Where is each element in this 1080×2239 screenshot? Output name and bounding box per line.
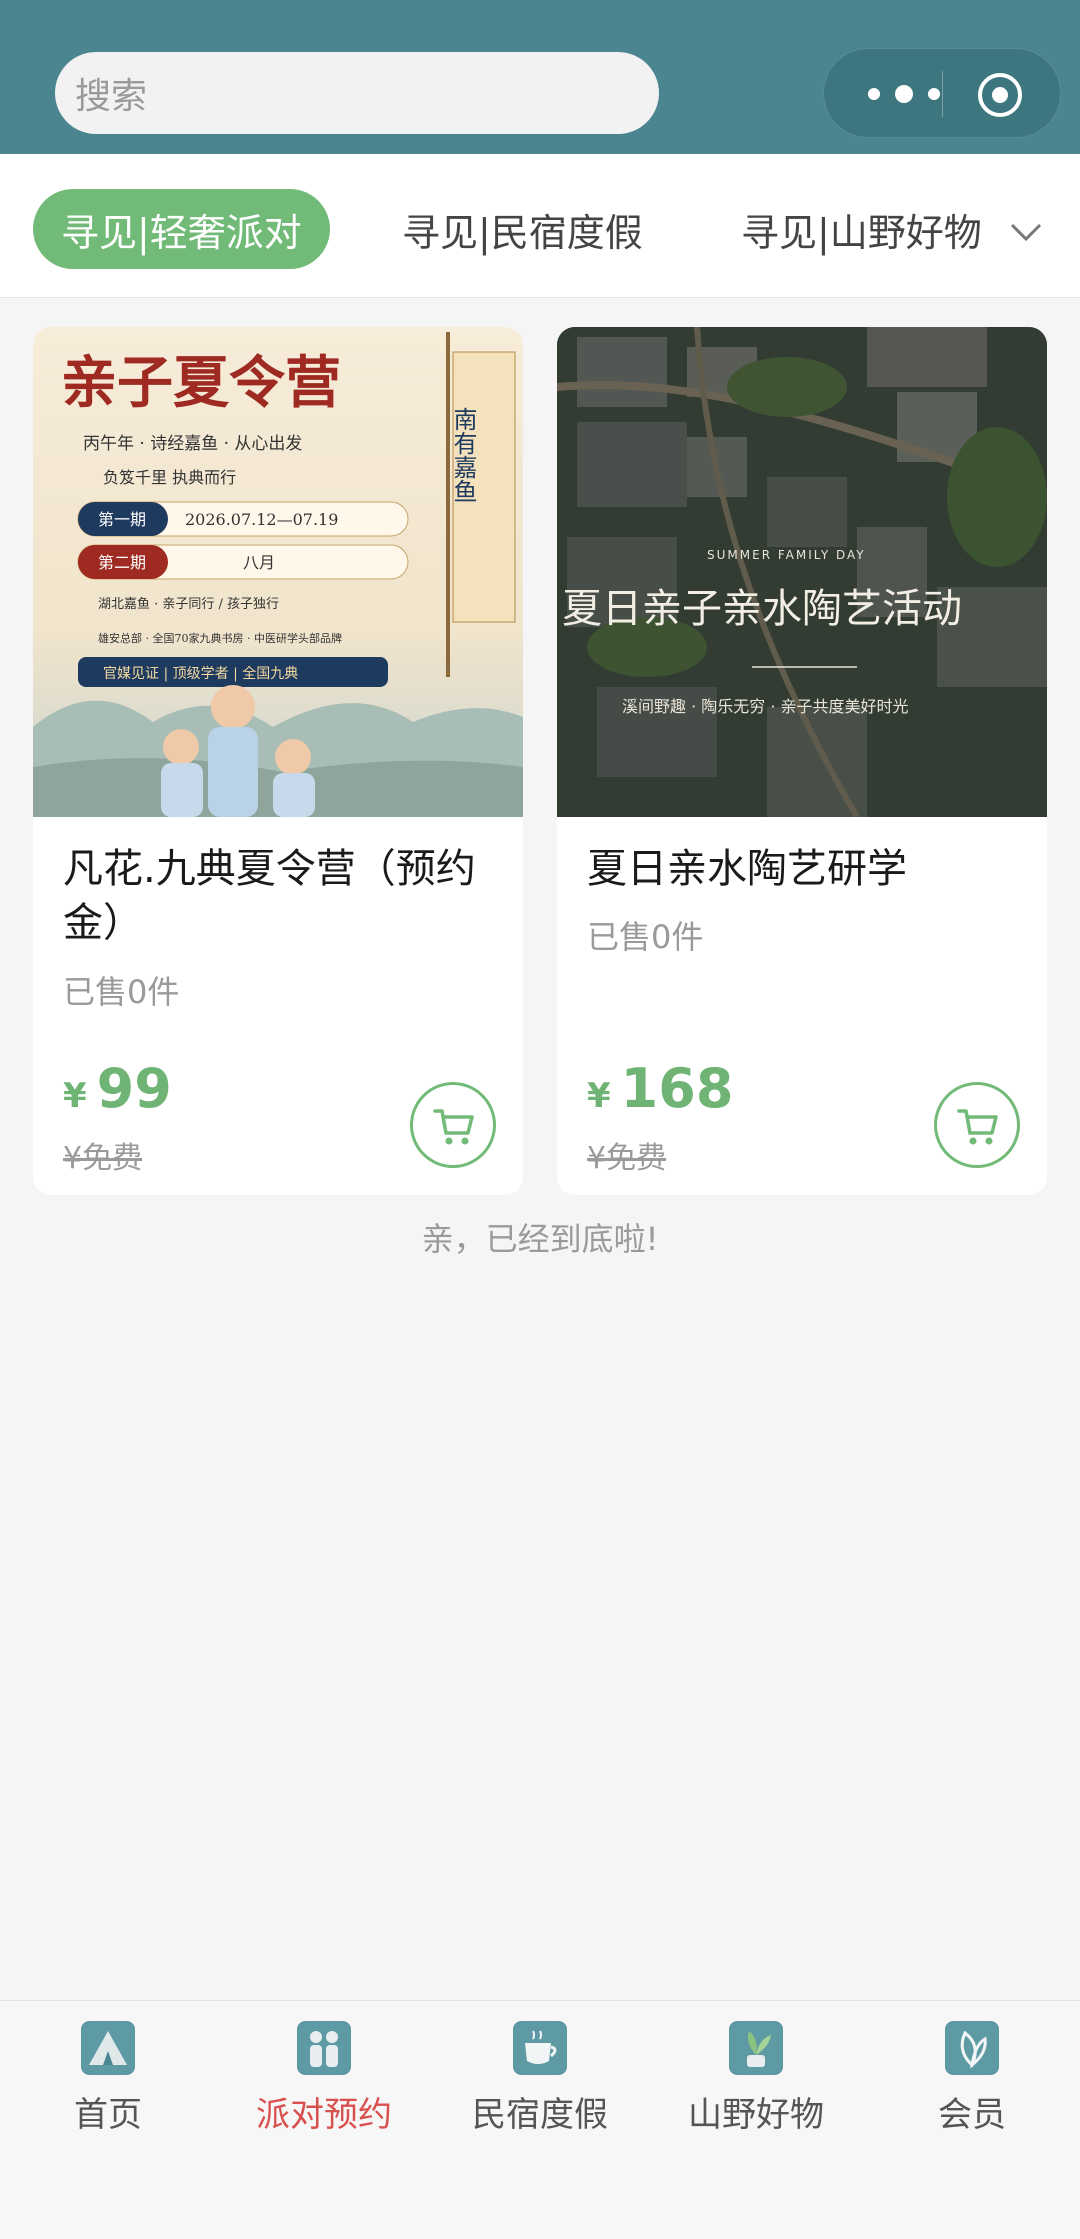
cart-icon — [957, 1109, 998, 1145]
plant-icon — [729, 2021, 783, 2075]
leaf-icon — [945, 2021, 999, 2075]
currency-symbol: ¥ — [63, 1076, 87, 1116]
overlay-small-text: SUMMER FAMILY DAY — [707, 548, 866, 562]
poster-line2: 负笈千里 执典而行 — [103, 468, 236, 487]
flag-text: 南有嘉鱼 — [449, 407, 477, 503]
tabbar-label: 派对预约 — [256, 2095, 392, 2135]
bottom-tab-bar: 首页 派对预约 民宿度假 山野好物 会员 — [0, 2000, 1080, 2239]
price: ¥ 99 — [63, 1057, 172, 1120]
original-price: ¥免费 — [587, 1141, 667, 1176]
price-value: 99 — [96, 1057, 172, 1120]
family-icon — [297, 2021, 351, 2075]
add-to-cart-button[interactable] — [410, 1082, 496, 1168]
product-title[interactable]: 凡花.九典夏令营（预约金） — [63, 842, 503, 950]
tabbar-item-member[interactable]: 会员 — [872, 2021, 1072, 2136]
top-bar: 搜索 — [0, 0, 1080, 154]
period2-label: 第二期 — [98, 553, 146, 572]
period1-label: 第一期 — [98, 510, 146, 529]
tab-homestay[interactable]: 寻见|民宿度假 — [402, 189, 643, 269]
price-value: 168 — [620, 1057, 734, 1120]
currency-symbol: ¥ — [587, 1076, 611, 1116]
poster-heading: 亲子夏令营 — [61, 350, 341, 416]
tabbar-label: 民宿度假 — [472, 2095, 608, 2135]
tabbar-item-home[interactable]: 首页 — [8, 2021, 208, 2136]
search-input[interactable]: 搜索 — [55, 52, 659, 134]
tabbar-label: 首页 — [74, 2095, 142, 2135]
overlay-subtitle: 溪间野趣 · 陶乐无穷 · 亲子共度美好时光 — [622, 697, 909, 716]
search-placeholder: 搜索 — [75, 76, 148, 117]
product-image[interactable]: SUMMER FAMILY DAY 夏日亲子亲水陶艺活动 溪间野趣 · 陶乐无穷… — [557, 327, 1047, 817]
tabbar-item-party[interactable]: 派对预约 — [224, 2021, 424, 2136]
mini-program-capsule — [823, 48, 1061, 138]
tab-mountain-goods[interactable]: 寻见|山野好物 — [741, 189, 982, 269]
poster-banner: 官媒见证 | 顶级学者 | 全国九典 — [103, 665, 298, 682]
tabbar-label: 山野好物 — [688, 2095, 824, 2135]
add-to-cart-button[interactable] — [934, 1082, 1020, 1168]
tent-icon — [81, 2021, 135, 2075]
cart-icon — [433, 1109, 474, 1145]
tab-label: 寻见|民宿度假 — [402, 210, 643, 255]
tabbar-item-homestay[interactable]: 民宿度假 — [440, 2021, 640, 2136]
close-target-icon[interactable] — [977, 72, 1023, 118]
period2-value: 八月 — [243, 553, 275, 572]
info2: 雄安总部 · 全国70家九典书房 · 中医研学头部品牌 — [98, 631, 342, 645]
more-icon[interactable] — [862, 75, 946, 113]
tab-luxury-party[interactable]: 寻见|轻奢派对 — [33, 189, 330, 269]
category-tabs: 寻见|轻奢派对 寻见|民宿度假 寻见|山野好物 — [0, 154, 1080, 298]
poster-line1: 丙午年 · 诗经嘉鱼 · 从心出发 — [83, 434, 302, 454]
tabbar-item-mountain-goods[interactable]: 山野好物 — [656, 2021, 856, 2136]
info1: 湖北嘉鱼 · 亲子同行 / 孩子独行 — [98, 596, 279, 612]
overlay-title: 夏日亲子亲水陶艺活动 — [562, 586, 962, 632]
original-price: ¥免费 — [63, 1141, 143, 1176]
sold-count: 已售0件 — [587, 918, 704, 956]
capsule-divider — [942, 71, 943, 117]
product-card[interactable]: SUMMER FAMILY DAY 夏日亲子亲水陶艺活动 溪间野趣 · 陶乐无穷… — [557, 327, 1047, 1195]
sold-count: 已售0件 — [63, 973, 180, 1011]
price: ¥ 168 — [587, 1057, 733, 1120]
tab-label: 寻见|轻奢派对 — [61, 210, 302, 255]
tea-cup-icon — [513, 2021, 567, 2075]
product-title[interactable]: 夏日亲水陶艺研学 — [587, 842, 1027, 896]
product-image[interactable]: 亲子夏令营 丙午年 · 诗经嘉鱼 · 从心出发 负笈千里 执典而行 第一期 20… — [33, 327, 523, 817]
end-of-list-message: 亲，已经到底啦! — [421, 1220, 659, 1258]
tabbar-label: 会员 — [938, 2095, 1006, 2135]
tab-label: 寻见|山野好物 — [741, 210, 982, 255]
product-card[interactable]: 亲子夏令营 丙午年 · 诗经嘉鱼 · 从心出发 负笈千里 执典而行 第一期 20… — [33, 327, 523, 1195]
period1-value: 2026.07.12—07.19 — [185, 510, 338, 529]
chevron-down-icon[interactable] — [1006, 212, 1046, 252]
